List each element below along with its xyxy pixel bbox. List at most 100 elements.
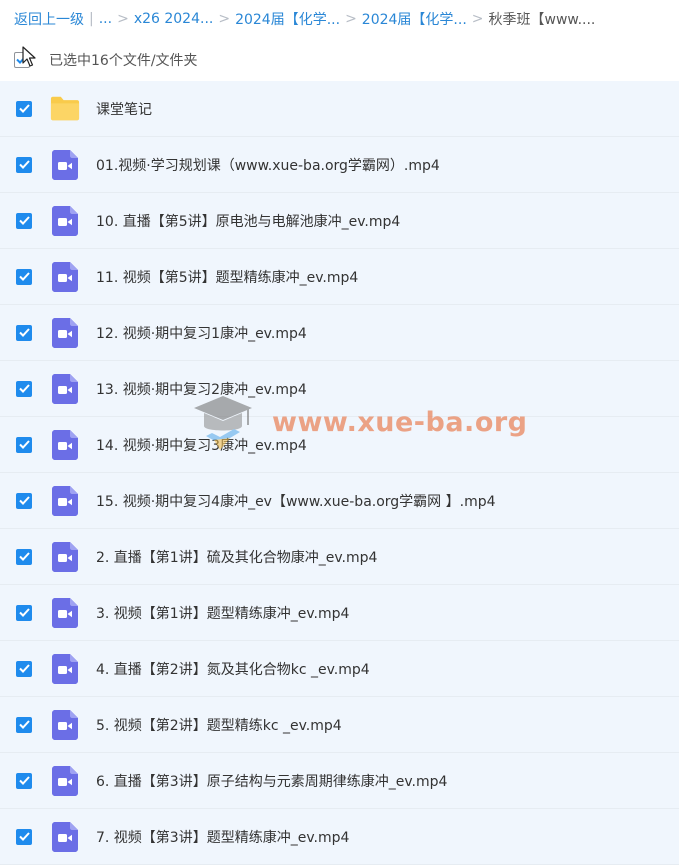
video-file-icon	[52, 821, 78, 852]
file-name[interactable]: 5. 视频【第2讲】题型精练kc _ev.mp4	[96, 715, 342, 735]
video-file-icon	[50, 653, 80, 684]
row-checkbox[interactable]	[16, 604, 32, 621]
checkmark-icon	[18, 832, 30, 841]
video-file-icon	[50, 821, 80, 852]
file-name[interactable]: 13. 视频·期中复习2康冲_ev.mp4	[96, 379, 307, 399]
file-name[interactable]: 12. 视频·期中复习1康冲_ev.mp4	[96, 323, 307, 343]
video-file-icon	[50, 205, 80, 236]
row-checkbox[interactable]	[16, 492, 32, 509]
row-checkbox[interactable]	[16, 828, 32, 845]
row-checkbox[interactable]	[16, 660, 32, 677]
breadcrumb-item-1[interactable]: x26 2024...	[134, 11, 214, 27]
video-file-icon	[50, 317, 80, 348]
checkmark-icon	[18, 496, 30, 505]
file-name[interactable]: 01.视频·学习规划课（www.xue-ba.org学霸网）.mp4	[96, 155, 440, 175]
video-file-icon	[52, 373, 78, 404]
row-checkbox[interactable]	[16, 772, 32, 789]
file-name[interactable]: 课堂笔记	[96, 99, 152, 119]
video-file-icon	[52, 541, 78, 572]
file-name[interactable]: 11. 视频【第5讲】题型精练康冲_ev.mp4	[96, 267, 358, 287]
breadcrumb: 返回上一级 | ... > x26 2024... > 2024届【化学... …	[14, 0, 679, 38]
file-name[interactable]: 2. 直播【第1讲】硫及其化合物康冲_ev.mp4	[96, 547, 377, 567]
breadcrumb-separator: >	[117, 11, 129, 27]
video-file-icon	[50, 765, 80, 796]
row-checkbox[interactable]	[16, 156, 32, 173]
video-file-icon	[52, 597, 78, 628]
row-checkbox[interactable]	[16, 324, 32, 341]
row-checkbox[interactable]	[16, 380, 32, 397]
checkmark-icon	[18, 440, 30, 449]
file-row[interactable]: 3. 视频【第1讲】题型精练康冲_ev.mp4	[0, 585, 679, 641]
file-row[interactable]: 5. 视频【第2讲】题型精练kc _ev.mp4	[0, 697, 679, 753]
file-list: 课堂笔记 01.视频·学习规划课（www.xue-ba.org学霸网）.mp4 10…	[0, 81, 679, 865]
breadcrumb-item-3[interactable]: 2024届【化学...	[362, 9, 467, 29]
file-row[interactable]: 12. 视频·期中复习1康冲_ev.mp4	[0, 305, 679, 361]
checkmark-icon	[18, 328, 30, 337]
video-file-icon	[52, 205, 78, 236]
video-file-icon	[52, 317, 78, 348]
file-name[interactable]: 4. 直播【第2讲】氮及其化合物kc _ev.mp4	[96, 659, 370, 679]
video-file-icon	[52, 653, 78, 684]
checkmark-icon	[18, 272, 30, 281]
row-checkbox[interactable]	[16, 436, 32, 453]
breadcrumb-separator: |	[89, 11, 94, 27]
folder-icon	[50, 94, 80, 124]
breadcrumb-separator: >	[471, 11, 484, 27]
breadcrumb-current: 秋季班【www....	[488, 12, 596, 28]
row-checkbox[interactable]	[16, 212, 32, 229]
checkmark-icon	[18, 216, 30, 225]
video-file-icon	[50, 373, 80, 404]
file-name[interactable]: 7. 视频【第3讲】题型精练康冲_ev.mp4	[96, 827, 349, 847]
row-checkbox[interactable]	[16, 716, 32, 733]
file-name[interactable]: 3. 视频【第1讲】题型精练康冲_ev.mp4	[96, 603, 349, 623]
row-checkbox[interactable]	[16, 268, 32, 285]
video-file-icon	[52, 429, 78, 460]
checkmark-icon	[18, 160, 30, 169]
row-checkbox[interactable]	[16, 100, 32, 117]
video-file-icon	[52, 709, 78, 740]
file-row[interactable]: 6. 直播【第3讲】原子结构与元素周期律练康冲_ev.mp4	[0, 753, 679, 809]
row-checkbox[interactable]	[16, 548, 32, 565]
file-name[interactable]: 6. 直播【第3讲】原子结构与元素周期律练康冲_ev.mp4	[96, 771, 447, 791]
breadcrumb-separator: >	[218, 11, 231, 27]
file-row[interactable]: 11. 视频【第5讲】题型精练康冲_ev.mp4	[0, 249, 679, 305]
selection-summary: 已选中16个文件/文件夹	[14, 44, 198, 76]
file-row[interactable]: 15. 视频·期中复习4康冲_ev【www.xue-ba.org学霸网 】.mp…	[0, 473, 679, 529]
mouse-cursor-icon	[22, 46, 36, 67]
video-file-icon	[50, 261, 80, 292]
video-file-icon	[50, 149, 80, 180]
checkmark-icon	[18, 384, 30, 393]
file-row[interactable]: 13. 视频·期中复习2康冲_ev.mp4	[0, 361, 679, 417]
file-row[interactable]: 课堂笔记	[0, 81, 679, 137]
video-file-icon	[50, 485, 80, 516]
checkmark-icon	[18, 720, 30, 729]
file-name[interactable]: 14. 视频·期中复习3康冲_ev.mp4	[96, 435, 307, 455]
video-file-icon	[50, 597, 80, 628]
selection-count-text: 已选中16个文件/文件夹	[49, 53, 198, 69]
back-link[interactable]: 返回上一级	[14, 9, 84, 29]
video-file-icon	[52, 765, 78, 796]
file-row[interactable]: 10. 直播【第5讲】原电池与电解池康冲_ev.mp4	[0, 193, 679, 249]
checkmark-icon	[18, 104, 30, 113]
breadcrumb-item-2[interactable]: 2024届【化学...	[235, 9, 340, 29]
checkmark-icon	[18, 776, 30, 785]
video-file-icon	[52, 149, 78, 180]
file-row[interactable]: 2. 直播【第1讲】硫及其化合物康冲_ev.mp4	[0, 529, 679, 585]
video-file-icon	[50, 541, 80, 572]
checkmark-icon	[18, 552, 30, 561]
video-file-icon	[52, 261, 78, 292]
folder-icon	[50, 96, 80, 121]
checkmark-icon	[18, 664, 30, 673]
file-name[interactable]: 15. 视频·期中复习4康冲_ev【www.xue-ba.org学霸网 】.mp…	[96, 491, 496, 511]
file-row[interactable]: 14. 视频·期中复习3康冲_ev.mp4	[0, 417, 679, 473]
video-file-icon	[50, 429, 80, 460]
video-file-icon	[52, 485, 78, 516]
checkmark-icon	[18, 608, 30, 617]
breadcrumb-separator: >	[345, 11, 357, 27]
file-row[interactable]: 01.视频·学习规划课（www.xue-ba.org学霸网）.mp4	[0, 137, 679, 193]
file-row[interactable]: 7. 视频【第3讲】题型精练康冲_ev.mp4	[0, 809, 679, 865]
file-row[interactable]: 4. 直播【第2讲】氮及其化合物kc _ev.mp4	[0, 641, 679, 697]
file-name[interactable]: 10. 直播【第5讲】原电池与电解池康冲_ev.mp4	[96, 211, 400, 231]
breadcrumb-ellipsis[interactable]: ...	[99, 11, 112, 27]
video-file-icon	[50, 709, 80, 740]
